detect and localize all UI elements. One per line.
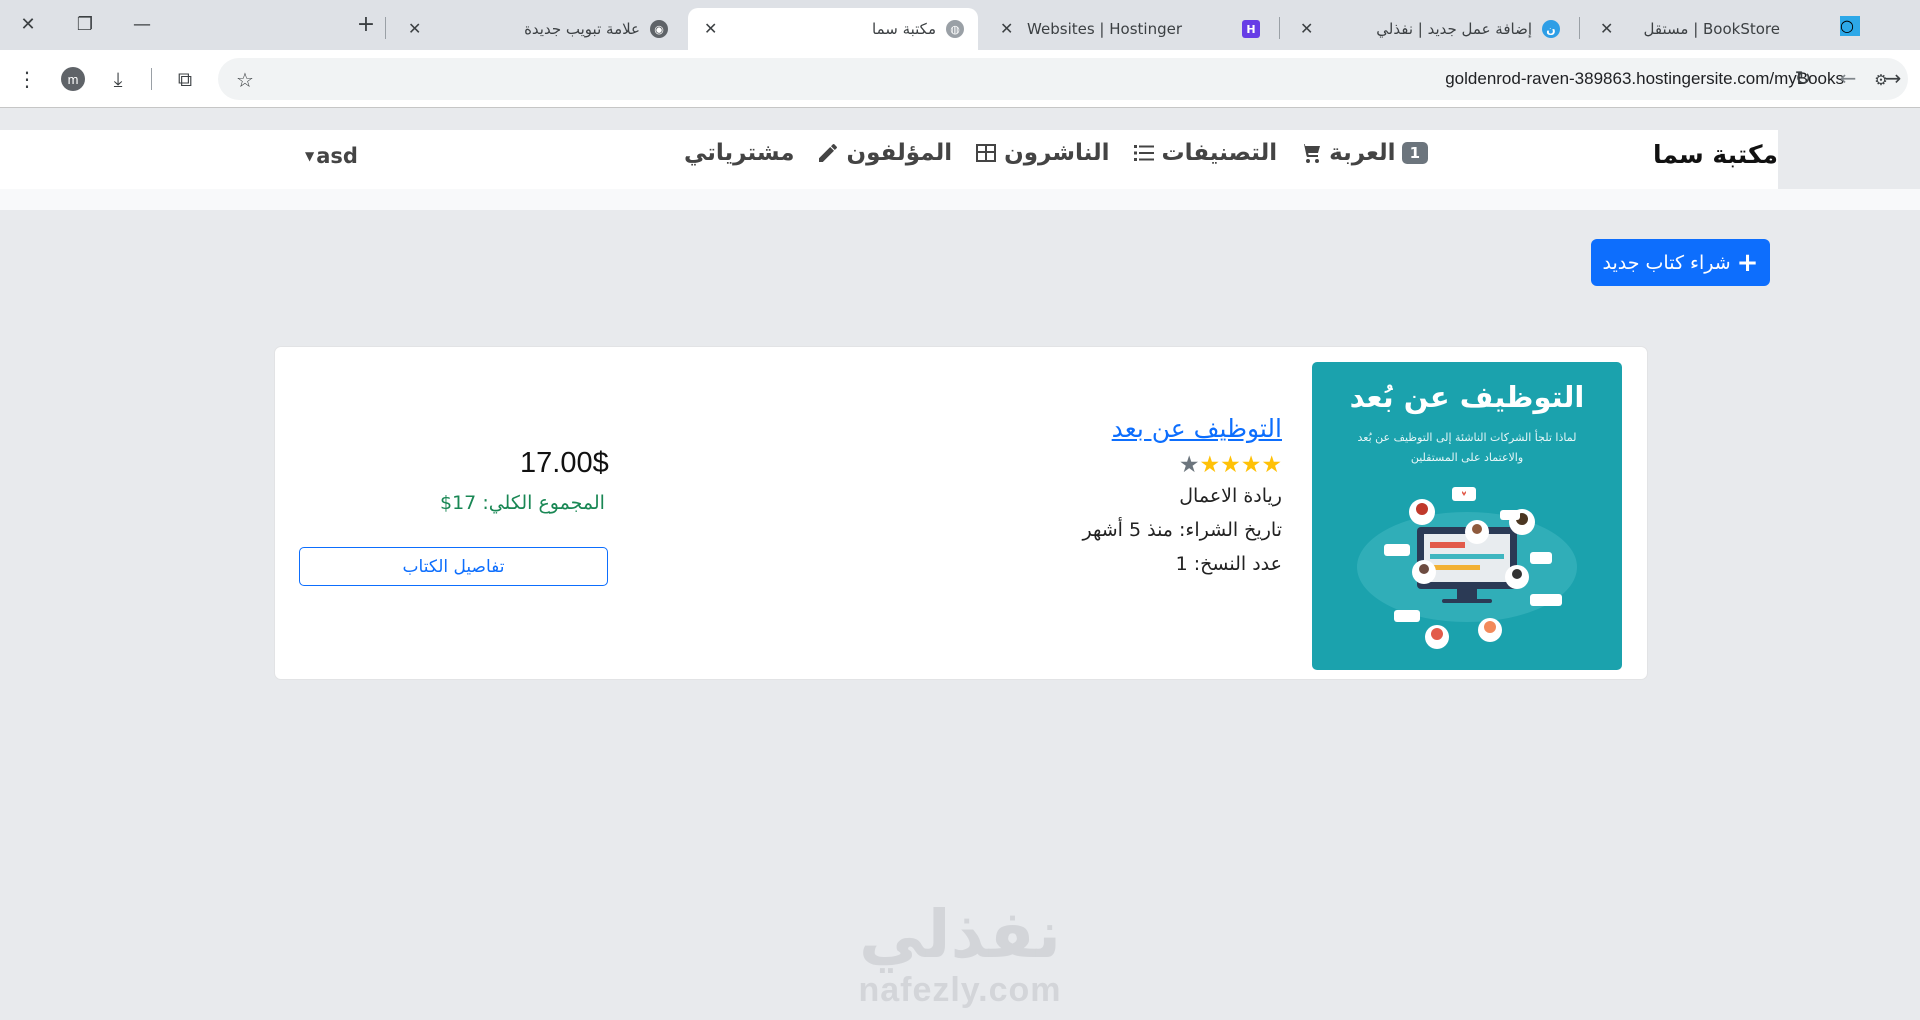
book-details-button[interactable]: تفاصيل الكتاب (299, 547, 608, 586)
tab-close-icon[interactable]: ✕ (704, 19, 717, 38)
menu-icon[interactable]: ⋮ (12, 64, 42, 94)
tab-new-tab[interactable]: ✕ علامة تبويب جديدة ◉ (392, 8, 682, 50)
page-body: مكتبة سما 1 العربة التصنيفات الناشرون ال… (0, 109, 1920, 1020)
user-dropdown[interactable]: ▼ asd (305, 144, 358, 168)
buy-new-book-label: شراء كتاب جديد (1602, 251, 1731, 274)
book-cover[interactable]: التوظيف عن بُعد لماذا تلجأ الشركات الناش… (1312, 362, 1622, 670)
window-restore-icon[interactable]: ❐ (65, 9, 105, 39)
user-name: asd (316, 144, 358, 168)
star-filled-icon: ★ (1220, 452, 1241, 478)
cover-illustration (1357, 487, 1577, 649)
tab-title: إضافة عمل جديد | نفذلي (1376, 20, 1532, 38)
plus-icon: + (1736, 247, 1759, 278)
url-text[interactable]: goldenrod-raven-389863.hostingersite.com… (1445, 69, 1844, 89)
browser-toolbar: ⋮ ⤓ ⧉ ☆ goldenrod-raven-389863.hostinger… (0, 50, 1920, 108)
reload-icon[interactable]: ↻ (1788, 63, 1818, 93)
star-filled-icon: ★ (1261, 452, 1282, 478)
order-total: المجموع الكلي: 17$ (440, 492, 605, 514)
back-icon[interactable]: → (1878, 63, 1908, 93)
caret-down-icon: ▼ (305, 149, 315, 163)
nafezly-icon: ن (1542, 20, 1560, 38)
tab-close-icon[interactable]: ✕ (408, 19, 421, 38)
globe-icon: ◍ (946, 20, 964, 38)
book-price: 17.00$ (520, 447, 609, 479)
nav-publishers[interactable]: الناشرون (974, 140, 1110, 166)
watermark-latin: nafezly.com (858, 971, 1062, 1009)
star-empty-icon: ★ (1178, 452, 1200, 478)
site-brand[interactable]: مكتبة سما (1653, 140, 1778, 169)
pencil-icon (819, 144, 838, 162)
tab-close-icon[interactable]: ✕ (1600, 19, 1613, 38)
download-icon[interactable]: ⤓ (103, 64, 133, 94)
window-minimize-icon[interactable]: — (122, 9, 162, 39)
nav-categories-label: التصنيفات (1161, 140, 1278, 166)
nav-cart[interactable]: 1 العربة (1299, 140, 1428, 166)
purchase-date: تاريخ الشراء: منذ 5 أشهر (1082, 519, 1282, 541)
mostaql-icon: ○ (1840, 16, 1860, 36)
book-title-link[interactable]: التوظيف عن بعد (1112, 414, 1282, 443)
star-filled-icon: ★ (1199, 452, 1221, 478)
window-close-icon[interactable]: ✕ (8, 9, 48, 39)
new-tab-button[interactable]: + (352, 10, 380, 38)
buy-new-book-button[interactable]: + شراء كتاب جديد (1591, 239, 1770, 286)
tab-maktabat-sama[interactable]: ✕ مكتبة سما ◍ (688, 8, 978, 50)
star-filled-icon: ★ (1240, 452, 1262, 478)
forward-icon[interactable]: ← (1833, 63, 1863, 93)
nav-links: 1 العربة التصنيفات الناشرون المؤلفون مشت… (684, 140, 1428, 166)
list-icon (1133, 145, 1154, 161)
hostinger-icon: H (1242, 20, 1260, 38)
table-icon (976, 144, 997, 162)
copies-count: عدد النسخ: 1 (1175, 553, 1282, 575)
tab-close-icon[interactable]: ✕ (1300, 19, 1313, 38)
tab-strip: ✕ ❐ — + ✕ علامة تبويب جديدة ◉ ✕ مكتبة سم… (0, 0, 1920, 50)
tab-mostaql[interactable]: ✕ مستقل | BookStore (1584, 8, 1874, 50)
nav-cart-label: العربة (1329, 140, 1396, 166)
book-category: ريادة الاعمال (1179, 485, 1282, 507)
site-navbar: مكتبة سما 1 العربة التصنيفات الناشرون ال… (0, 130, 1778, 189)
extensions-icon[interactable]: ⧉ (170, 64, 200, 94)
book-rating: ★★★★★ (1179, 452, 1282, 478)
nav-my-purchases[interactable]: مشترياتي (684, 140, 795, 166)
tab-close-icon[interactable]: ✕ (1000, 19, 1013, 38)
nav-categories[interactable]: التصنيفات (1132, 140, 1278, 166)
tab-title: مكتبة سما (872, 20, 936, 38)
tab-hostinger[interactable]: ✕ Websites | Hostinger H (984, 8, 1274, 50)
tab-title: مستقل | BookStore (1643, 20, 1780, 38)
tab-title: علامة تبويب جديدة (524, 20, 640, 38)
nav-purchases-label: مشترياتي (683, 140, 795, 166)
watermark-arabic: نفذلي (859, 896, 1061, 973)
nav-authors-label: المؤلفون (846, 140, 953, 166)
nav-publishers-label: الناشرون (1004, 140, 1110, 166)
chrome-icon: ◉ (650, 20, 668, 38)
book-card: التوظيف عن بُعد لماذا تلجأ الشركات الناش… (274, 346, 1648, 680)
cart-icon (1301, 144, 1321, 163)
tab-nafezly[interactable]: ✕ إضافة عمل جديد | نفذلي ن (1284, 8, 1574, 50)
address-bar[interactable]: ☆ goldenrod-raven-389863.hostingersite.c… (218, 58, 1908, 100)
bookmark-star-icon[interactable]: ☆ (236, 68, 254, 92)
nav-authors[interactable]: المؤلفون (816, 140, 952, 166)
watermark: نفذلي nafezly.com (0, 899, 1920, 1010)
cart-count-badge: 1 (1401, 142, 1428, 164)
tab-title: Websites | Hostinger (1027, 20, 1182, 38)
profile-avatar[interactable]: m (61, 67, 85, 91)
